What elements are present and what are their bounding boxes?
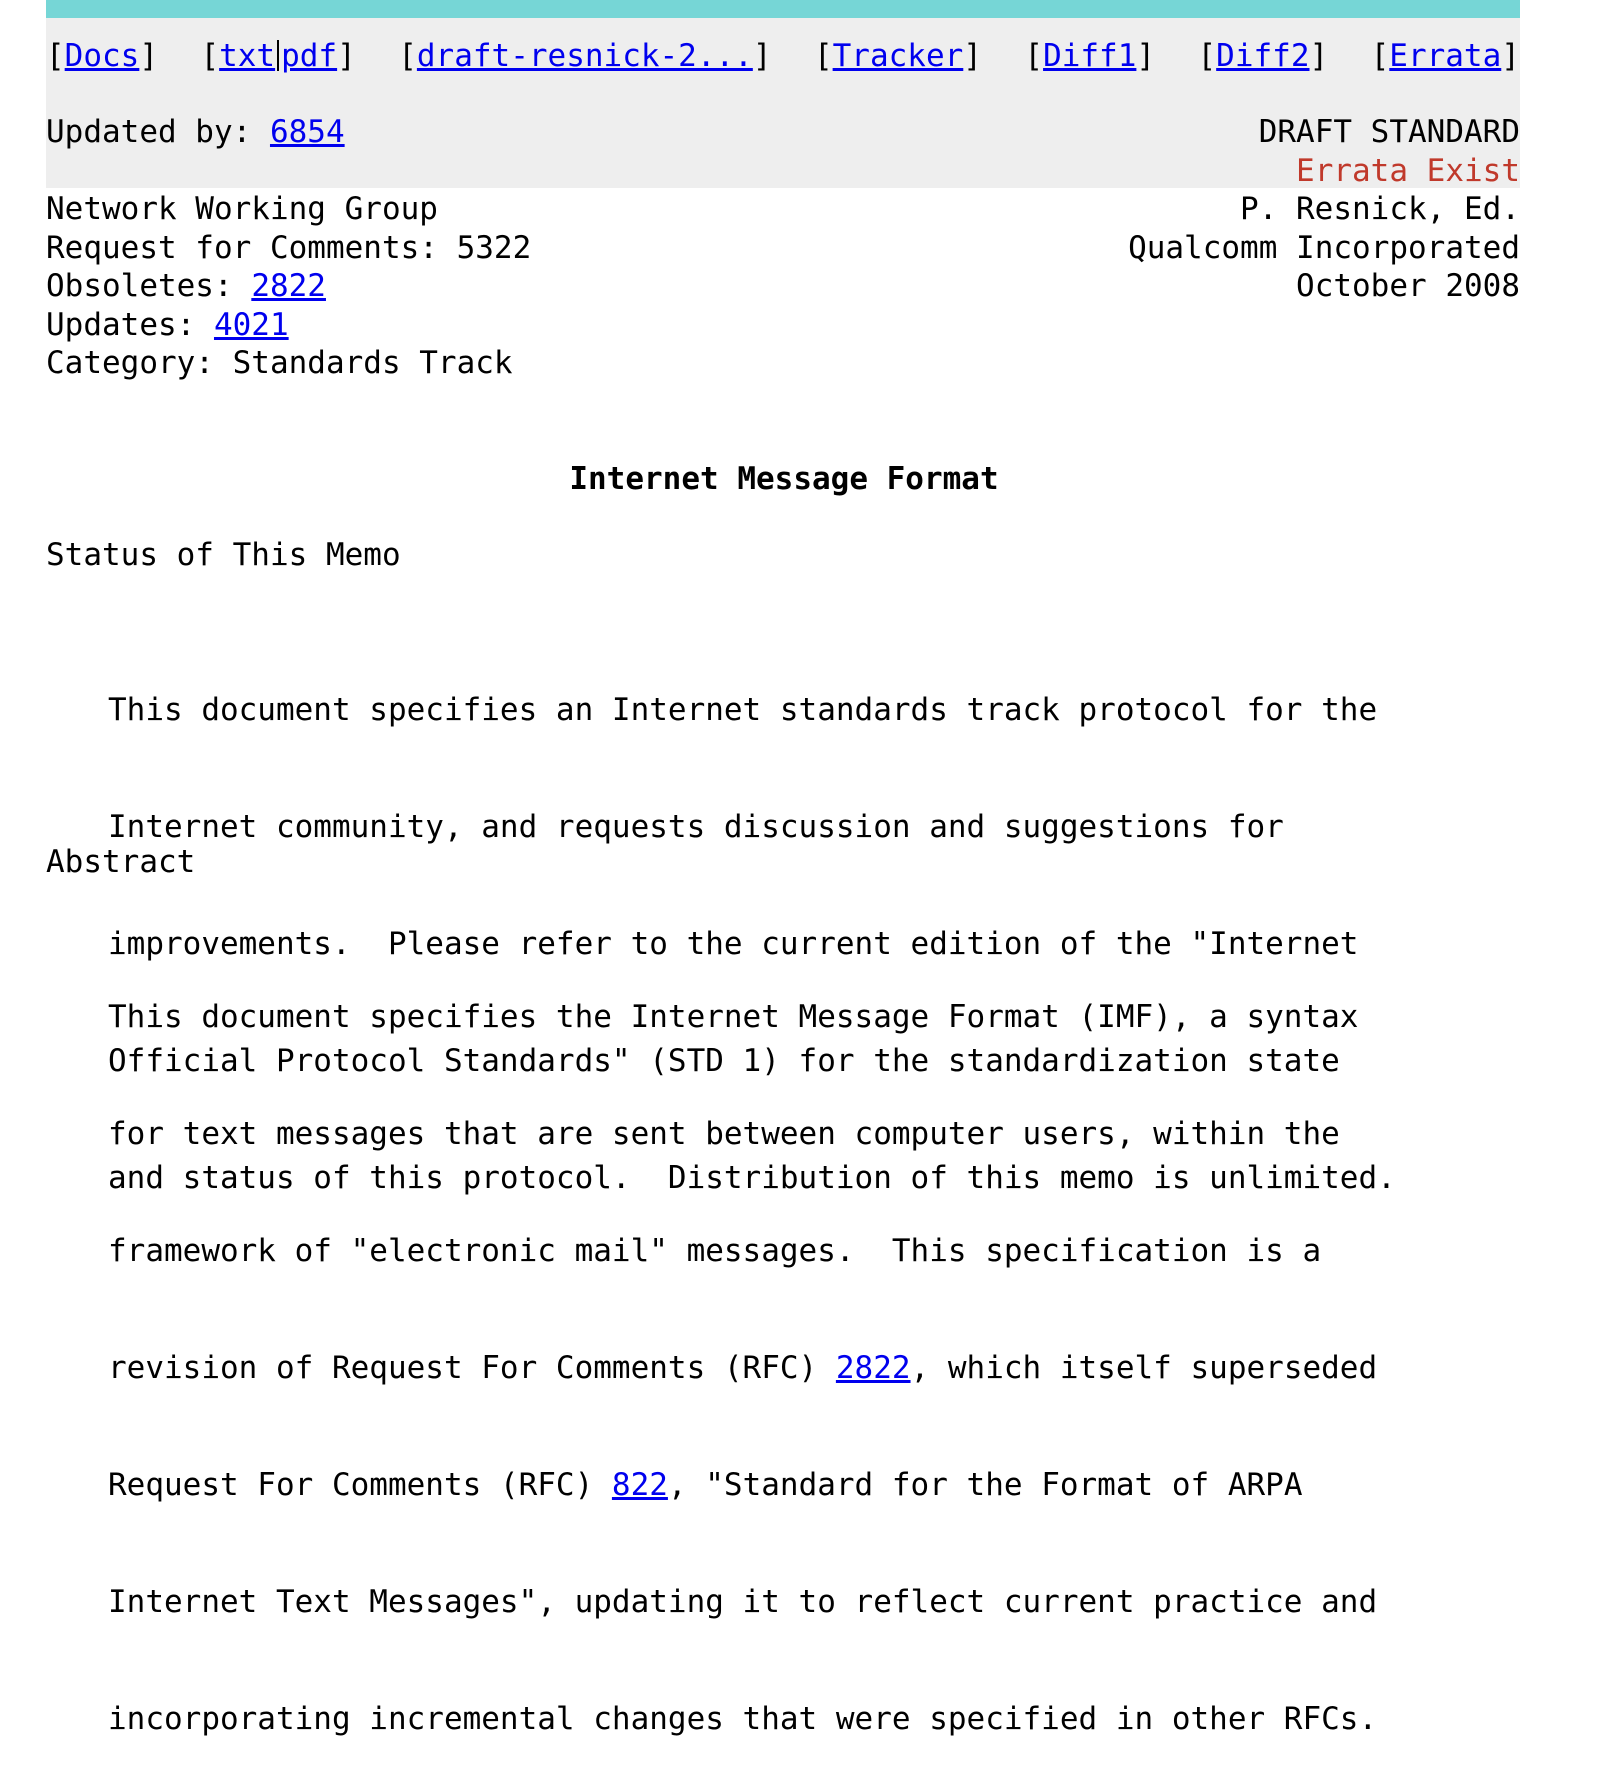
category: Category: Standards Track [46, 345, 513, 381]
obsoletes: Obsoletes: 2822 [46, 267, 326, 306]
errata-row: Errata Exist [46, 152, 1520, 191]
diff2-link[interactable]: Diff2 [1216, 38, 1309, 74]
meta-row-5: Category: Standards Track [46, 344, 1520, 383]
rfc822-link[interactable]: 822 [612, 1467, 668, 1503]
pdf-link[interactable]: pdf [281, 38, 337, 74]
meta-row-1: Network Working Group P. Resnick, Ed. [46, 190, 1520, 229]
meta-row-4: Updates: 4021 [46, 306, 1520, 345]
updated-by-label: Updated by: [46, 114, 270, 150]
tracker-link[interactable]: Tracker [833, 38, 964, 74]
updates-label: Updates: [46, 307, 214, 343]
nav-tracker: [Tracker] [813, 38, 982, 74]
doc-nav-bar: [Docs] [txt pdf] [draft-resnick-2...] [Tr… [46, 37, 1520, 76]
meta-row-2: Request for Comments: 5322 Qualcomm Inco… [46, 229, 1520, 268]
nav-diff2: [Diff2] [1197, 38, 1329, 74]
organization: Qualcomm Incorporated [1128, 230, 1520, 266]
nav-formats: [txt pdf] [200, 38, 356, 74]
nav-docs: [Docs] [46, 38, 158, 74]
abstract-text: revision of Request For Comments (RFC) [108, 1350, 836, 1386]
abstract-text: , which itself superseded [910, 1350, 1378, 1386]
updates-link[interactable]: 4021 [214, 307, 289, 343]
rfc-number: Request for Comments: 5322 [46, 230, 532, 266]
status-label: DRAFT STANDARD [1258, 114, 1520, 150]
nav-diff1: [Diff1] [1024, 38, 1156, 74]
document-title: Internet Message Format [569, 461, 999, 497]
abstract-line: This document specifies the Internet Mes… [108, 999, 1359, 1035]
working-group: Network Working Group [46, 191, 438, 227]
txt-link[interactable]: txt [219, 38, 275, 74]
status-line: This document specifies an Internet stan… [108, 692, 1378, 728]
docs-link[interactable]: Docs [65, 38, 140, 74]
nav-errata: [Errata] [1370, 38, 1520, 74]
obsoletes-link[interactable]: 2822 [251, 268, 326, 304]
errata-exist-label: Errata Exist [1296, 153, 1520, 189]
abstract-line: revision of Request For Comments (RFC) 2… [108, 1349, 1377, 1388]
abstract-line: for text messages that are sent between … [108, 1116, 1340, 1152]
obsoletes-label: Obsoletes: [46, 268, 252, 304]
status-line: Internet community, and requests discuss… [108, 809, 1284, 845]
rfc2822-link[interactable]: 2822 [836, 1350, 911, 1386]
abstract-line: Internet Text Messages", updating it to … [108, 1584, 1378, 1620]
updated-by: Updated by: 6854 [46, 113, 345, 152]
status-memo-heading: Status of This Memo [46, 537, 401, 573]
format-separator [277, 40, 280, 71]
nav-draft: [draft-resnick-2...] [398, 38, 772, 74]
abstract-line: Request For Comments (RFC) 822, "Standar… [108, 1466, 1377, 1505]
abstract-heading: Abstract [46, 844, 196, 880]
updates: Updates: 4021 [46, 306, 289, 345]
diff1-link[interactable]: Diff1 [1043, 38, 1136, 74]
updated-by-row: Updated by: 6854 DRAFT STANDARD [46, 113, 1520, 152]
abstract-body: This document specifies the Internet Mes… [108, 920, 1377, 1778]
abstract-text: , "Standard for the Format of ARPA [667, 1467, 1303, 1503]
updated-by-link[interactable]: 6854 [270, 114, 345, 150]
top-accent-bar [46, 0, 1520, 18]
abstract-line: framework of "electronic mail" messages.… [108, 1233, 1322, 1269]
errata-link[interactable]: Errata [1389, 38, 1501, 74]
meta-row-3: Obsoletes: 2822 October 2008 [46, 267, 1520, 306]
author: P. Resnick, Ed. [1240, 191, 1520, 227]
draft-link[interactable]: draft-resnick-2... [417, 38, 753, 74]
abstract-line: incorporating incremental changes that w… [108, 1701, 1378, 1737]
abstract-text: Request For Comments (RFC) [108, 1467, 612, 1503]
publication-date: October 2008 [1296, 268, 1520, 304]
